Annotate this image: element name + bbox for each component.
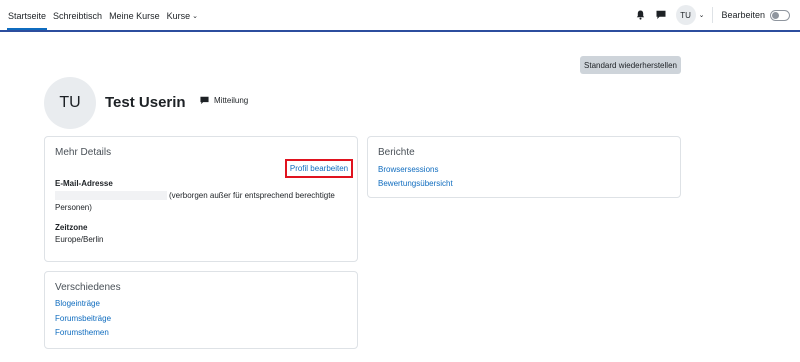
reset-page-button[interactable]: Standard wiederherstellen: [580, 56, 681, 74]
chevron-down-icon: ⌄: [192, 13, 198, 20]
nav-item-meine-kurse[interactable]: Meine Kurse: [109, 0, 160, 30]
nav-item-schreibtisch[interactable]: Schreibtisch: [53, 0, 102, 30]
edit-mode-label: Bearbeiten: [721, 10, 765, 20]
grades-overview-link[interactable]: Bewertungsübersicht: [378, 179, 453, 188]
browser-sessions-link[interactable]: Browsersessions: [378, 165, 438, 174]
timezone-value: Europe/Berlin: [55, 235, 104, 244]
email-label: E-Mail-Adresse: [55, 179, 113, 188]
nav-item-label: Schreibtisch: [53, 11, 103, 21]
notifications-button[interactable]: [634, 8, 648, 22]
avatar-initials: TU: [59, 94, 81, 111]
profile-name: Test Userin: [105, 94, 186, 111]
edit-mode-toggle[interactable]: [770, 9, 790, 21]
message-icon: [200, 96, 209, 105]
redacted-email: [55, 191, 167, 201]
email-visibility-note: (verborgen außer für entsprechend berech…: [169, 191, 335, 200]
avatar-initials: TU: [680, 10, 691, 20]
user-menu-avatar[interactable]: TU: [675, 5, 696, 25]
messages-button[interactable]: [654, 8, 668, 22]
edit-profile-link[interactable]: Profil bearbeiten: [285, 159, 353, 178]
nav-item-kurse[interactable]: Kurse ⌄: [167, 0, 198, 30]
card-title: Mehr Details: [55, 147, 112, 158]
misc-card: Verschiedenes Blogeinträge Forumsbeiträg…: [44, 271, 358, 349]
email-value: (verborgen außer für entsprechend berech…: [55, 190, 335, 202]
bell-icon: [636, 10, 645, 20]
blog-entries-link[interactable]: Blogeinträge: [55, 299, 100, 308]
forum-posts-link[interactable]: Forumsbeiträge: [55, 314, 111, 323]
forum-discussions-link[interactable]: Forumsthemen: [55, 328, 109, 337]
timezone-label: Zeitzone: [55, 223, 88, 232]
chat-icon: [656, 10, 666, 19]
nav-item-startseite[interactable]: Startseite: [6, 0, 48, 30]
card-title: Berichte: [378, 147, 415, 158]
reset-button-label: Standard wiederherstellen: [584, 60, 677, 70]
chevron-down-icon[interactable]: ⌄: [699, 11, 705, 19]
profile-avatar: TU: [44, 77, 96, 129]
nav-item-label: Kurse: [166, 11, 191, 21]
card-title: Verschiedenes: [55, 282, 121, 293]
user-navigation: TU ⌄ Bearbeiten: [628, 0, 790, 30]
nav-item-label: Meine Kurse: [109, 11, 160, 21]
edit-profile-label: Profil bearbeiten: [289, 164, 349, 173]
send-message-label: Mitteilung: [214, 96, 249, 105]
details-card: Mehr Details Profil bearbeiten E-Mail-Ad…: [44, 136, 358, 262]
nav-divider: [712, 7, 714, 23]
primary-navigation: Startseite Schreibtisch Meine Kurse Kurs…: [6, 0, 205, 30]
send-message-button[interactable]: Mitteilung: [200, 96, 248, 105]
reports-card: Berichte Browsersessions Bewertungsübers…: [367, 136, 681, 198]
email-note-continued: Personen): [55, 203, 92, 212]
top-navbar: Startseite Schreibtisch Meine Kurse Kurs…: [0, 0, 800, 32]
nav-item-label: Startseite: [8, 11, 47, 21]
